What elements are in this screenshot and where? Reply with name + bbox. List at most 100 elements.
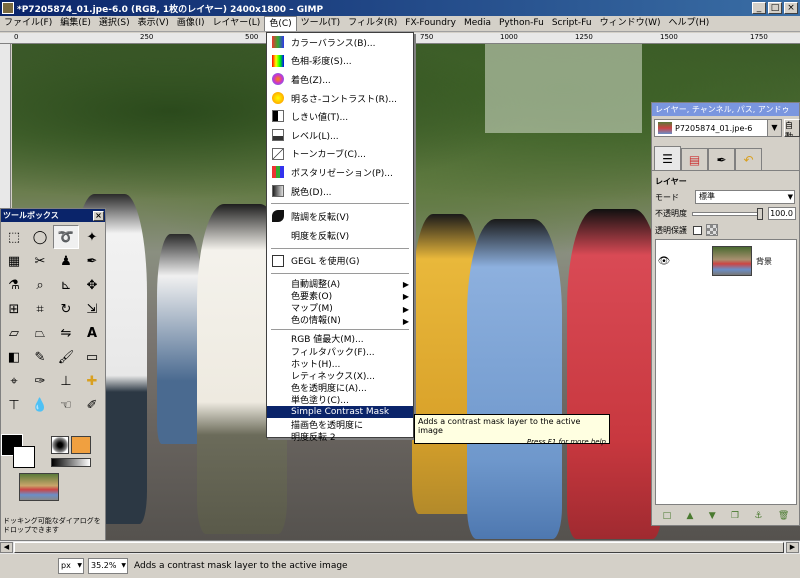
menu-windows[interactable]: ウィンドウ(W) bbox=[596, 16, 665, 31]
foreground-select-tool[interactable]: ♟ bbox=[53, 249, 79, 273]
menu-item-max-rgb[interactable]: RGB 値最大(M)... bbox=[267, 333, 413, 345]
blur-tool[interactable]: 💧 bbox=[27, 393, 53, 417]
checkbox-icon[interactable] bbox=[272, 254, 284, 267]
menu-item-threshold[interactable]: しきい値(T)... bbox=[267, 107, 413, 126]
scroll-right-icon[interactable]: ▶ bbox=[786, 542, 799, 553]
horizontal-scrollbar[interactable]: ◀ ▶ bbox=[0, 540, 800, 554]
menu-item-simple-contrast-mask[interactable]: Simple Contrast Mask bbox=[267, 406, 413, 419]
zoom-tool[interactable]: ⌕ bbox=[27, 273, 53, 297]
ink-tool[interactable]: ✑ bbox=[27, 369, 53, 393]
delete-layer-icon[interactable]: 🗑 bbox=[778, 511, 789, 521]
smudge-tool[interactable]: ☜ bbox=[53, 393, 79, 417]
lower-layer-icon[interactable]: ▼ bbox=[709, 511, 716, 521]
menu-item-value-invert-2[interactable]: 明度反転 2 bbox=[267, 430, 413, 443]
raise-layer-icon[interactable]: ▲ bbox=[687, 511, 694, 521]
menu-item-colorify[interactable]: 単色塗り(C)... bbox=[267, 394, 413, 406]
duplicate-layer-icon[interactable]: ❐ bbox=[731, 511, 739, 521]
ellipse-select-tool[interactable]: ◯ bbox=[27, 225, 53, 249]
measure-tool[interactable]: ⊾ bbox=[53, 273, 79, 297]
flip-tool[interactable]: ⇋ bbox=[53, 321, 79, 345]
opacity-slider-handle[interactable] bbox=[757, 207, 763, 220]
tab-undo[interactable]: ↶ bbox=[735, 148, 762, 170]
shear-tool[interactable]: ▱ bbox=[1, 321, 27, 345]
maximize-button[interactable]: □ bbox=[768, 2, 782, 14]
menu-item-hot[interactable]: ホット(H)... bbox=[267, 357, 413, 370]
perspective-clone-tool[interactable]: ⊤ bbox=[1, 393, 27, 417]
menu-media[interactable]: Media bbox=[460, 16, 495, 31]
color-select-tool[interactable]: ▦ bbox=[1, 249, 27, 273]
menu-item-auto[interactable]: 自動調整(A) ▶ bbox=[267, 277, 413, 290]
brush-swatch[interactable] bbox=[51, 436, 69, 454]
eraser-tool[interactable]: ▭ bbox=[79, 345, 105, 369]
menu-help[interactable]: ヘルプ(H) bbox=[664, 16, 713, 31]
chevron-down-icon[interactable]: ▼ bbox=[767, 120, 781, 136]
layer-list[interactable]: 👁 背景 bbox=[655, 239, 797, 505]
pencil-tool[interactable]: ✎ bbox=[27, 345, 53, 369]
background-color-swatch[interactable] bbox=[13, 446, 35, 468]
paths-tool[interactable]: ✒ bbox=[79, 249, 105, 273]
menu-item-components[interactable]: 色要素(O) ▶ bbox=[267, 289, 413, 302]
pattern-swatch[interactable] bbox=[71, 436, 91, 454]
text-tool[interactable]: A bbox=[79, 321, 105, 345]
menu-file[interactable]: ファイル(F) bbox=[0, 16, 56, 31]
minimize-button[interactable]: _ bbox=[752, 2, 766, 14]
tab-paths[interactable]: ✒ bbox=[708, 148, 735, 170]
move-tool[interactable]: ✥ bbox=[79, 273, 105, 297]
airbrush-tool[interactable]: ⌖ bbox=[1, 369, 27, 393]
scroll-left-icon[interactable]: ◀ bbox=[0, 542, 13, 553]
menu-item-color-balance[interactable]: カラーバランス(B)... bbox=[267, 33, 413, 52]
tab-channels[interactable]: ▤ bbox=[681, 148, 708, 170]
menu-tools[interactable]: ツール(T) bbox=[297, 16, 345, 31]
menu-item-brightness-contrast[interactable]: 明るさ-コントラスト(R)... bbox=[267, 89, 413, 108]
free-select-tool[interactable]: ➰ bbox=[53, 225, 79, 249]
menu-fx-foundry[interactable]: FX-Foundry bbox=[401, 16, 460, 31]
new-layer-icon[interactable]: □ bbox=[663, 511, 672, 521]
menu-item-map[interactable]: マップ(M) ▶ bbox=[267, 302, 413, 314]
scale-tool[interactable]: ⇲ bbox=[79, 297, 105, 321]
unit-select[interactable]: px bbox=[58, 558, 84, 574]
menu-layer[interactable]: レイヤー(L) bbox=[209, 16, 265, 31]
active-image-thumbnail[interactable] bbox=[19, 473, 59, 501]
dodge-burn-tool[interactable]: ✐ bbox=[79, 393, 105, 417]
menu-script-fu[interactable]: Script-Fu bbox=[548, 16, 596, 31]
menu-item-hue-saturation[interactable]: 色相-彩度(S)... bbox=[267, 52, 413, 71]
zoom-select[interactable]: 35.2% bbox=[88, 558, 128, 574]
close-button[interactable]: × bbox=[784, 2, 798, 14]
toolbox-close-button[interactable]: × bbox=[93, 210, 104, 221]
image-selector[interactable]: P7205874_01.jpe-6 ▼ bbox=[654, 119, 782, 137]
menu-item-use-gegl[interactable]: GEGL を使用(G) bbox=[267, 252, 413, 271]
color-picker-tool[interactable]: ⚗ bbox=[1, 273, 27, 297]
menu-item-desaturate[interactable]: 脱色(D)... bbox=[267, 182, 413, 201]
layer-row-background[interactable]: 👁 背景 bbox=[656, 244, 796, 278]
crop-tool[interactable]: ⌗ bbox=[27, 297, 53, 321]
fg-bg-colors[interactable] bbox=[1, 434, 41, 470]
tab-layers[interactable]: ☰ bbox=[654, 146, 681, 170]
menu-item-info[interactable]: 色の情報(N) ▶ bbox=[267, 314, 413, 326]
scrollbar-thumb[interactable] bbox=[14, 542, 784, 553]
perspective-tool[interactable]: ⏢ bbox=[27, 321, 53, 345]
align-tool[interactable]: ⊞ bbox=[1, 297, 27, 321]
gradient-swatch[interactable] bbox=[51, 458, 91, 467]
menu-view[interactable]: 表示(V) bbox=[134, 16, 173, 31]
menu-colors[interactable]: 色(C) bbox=[264, 16, 297, 31]
menu-item-fg-to-alpha[interactable]: 描画色を透明度に bbox=[267, 418, 413, 431]
menu-edit[interactable]: 編集(E) bbox=[56, 16, 95, 31]
anchor-layer-icon[interactable]: ⚓ bbox=[754, 511, 762, 521]
menu-item-levels[interactable]: レベル(L)... bbox=[267, 126, 413, 145]
lock-alpha-checkbox[interactable] bbox=[693, 225, 702, 235]
menu-python-fu[interactable]: Python-Fu bbox=[495, 16, 548, 31]
clone-tool[interactable]: ⊥ bbox=[53, 369, 79, 393]
menu-item-retinex[interactable]: レティネックス(X)... bbox=[267, 369, 413, 382]
heal-tool[interactable]: ✚ bbox=[79, 369, 105, 393]
paintbrush-tool[interactable]: 🖌 bbox=[53, 345, 79, 369]
menu-item-invert[interactable]: 階調を反転(V) bbox=[267, 207, 413, 226]
menu-item-posterize[interactable]: ポスタリゼーション(P)... bbox=[267, 163, 413, 182]
auto-button[interactable]: 自動 bbox=[784, 119, 800, 137]
opacity-slider[interactable] bbox=[692, 207, 763, 220]
menu-select[interactable]: 選択(S) bbox=[95, 16, 134, 31]
rect-select-tool[interactable]: ⬚ bbox=[1, 225, 27, 249]
bucket-fill-tool[interactable]: ◧ bbox=[1, 345, 27, 369]
mode-select[interactable]: 標準 bbox=[695, 190, 795, 204]
opacity-value[interactable]: 100.0 bbox=[768, 207, 796, 220]
menu-item-value-invert[interactable]: 明度を反転(V) bbox=[267, 226, 413, 245]
